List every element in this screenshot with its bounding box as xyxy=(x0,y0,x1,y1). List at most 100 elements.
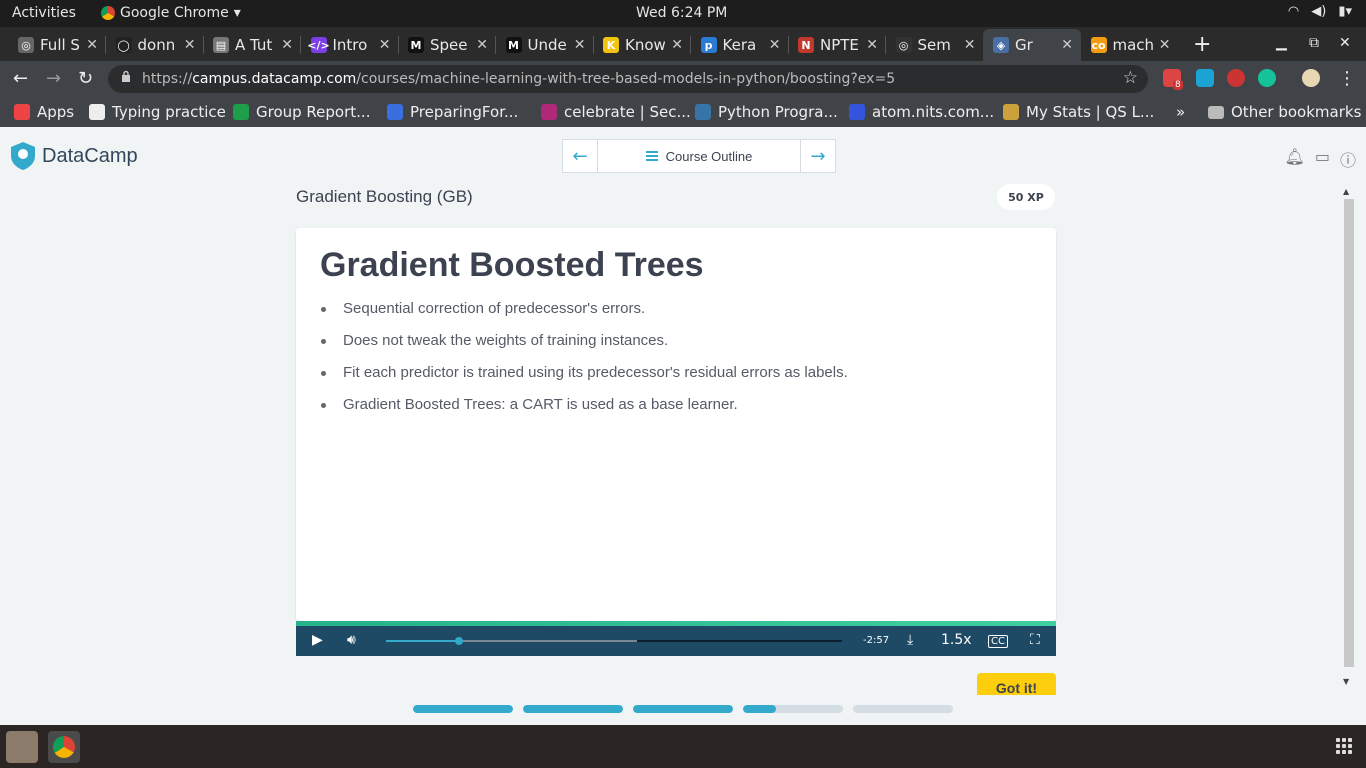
next-exercise-button[interactable]: → xyxy=(801,140,835,172)
bookmarks-bar: My Stats | QS L... atom.nits.com... Python… xyxy=(0,97,1366,127)
video-seek-bar[interactable] xyxy=(386,637,842,645)
tab-title: Full S xyxy=(40,36,80,54)
bookmark-item[interactable]: Typing practice xyxy=(89,103,226,121)
close-tab-icon[interactable]: ✕ xyxy=(574,37,586,53)
download-icon[interactable]: ⤓ xyxy=(907,632,913,648)
progress-segment-fill xyxy=(523,705,623,713)
course-outline-button[interactable]: Course Outline xyxy=(597,140,801,172)
extension-icon[interactable] xyxy=(1196,69,1214,87)
new-tab-button[interactable]: + xyxy=(1193,32,1211,57)
bookmark-item[interactable]: atom.nits.com... xyxy=(849,103,994,121)
bookmark-favicon-icon xyxy=(1003,104,1019,120)
progress-segment-fill xyxy=(633,705,733,713)
grammarly-extension-icon[interactable] xyxy=(1258,69,1276,87)
close-tab-icon[interactable]: ✕ xyxy=(1159,37,1171,53)
chevron-down-icon: ▾ xyxy=(233,5,241,21)
tab-favicon-icon: ◎ xyxy=(18,37,34,53)
close-tab-icon[interactable]: ✕ xyxy=(769,37,781,53)
browser-tab[interactable]: M Unde ✕ xyxy=(496,29,594,61)
bookmark-star-icon[interactable]: ☆ xyxy=(1123,68,1138,88)
report-issue-icon[interactable]: ⓘ xyxy=(1340,147,1356,171)
adblock-extension-icon[interactable] xyxy=(1227,69,1245,87)
bookmark-item[interactable]: Python Progra... xyxy=(695,103,838,121)
close-tab-icon[interactable]: ✕ xyxy=(379,37,391,53)
browser-tab[interactable]: M Spee ✕ xyxy=(398,29,496,61)
datacamp-logo[interactable]: DataCamp xyxy=(10,141,138,171)
show-applications-icon[interactable] xyxy=(1336,738,1352,754)
close-tab-icon[interactable]: ✕ xyxy=(964,37,976,53)
slide-bullet: Does not tweak the weights of training i… xyxy=(321,332,848,364)
pdf-slides-icon[interactable]: ▭ xyxy=(1315,147,1330,171)
close-tab-icon[interactable]: ✕ xyxy=(184,37,196,53)
activities-button[interactable]: Activities xyxy=(12,5,76,21)
bookmarks-overflow-button[interactable]: » xyxy=(1176,103,1185,121)
forward-button[interactable]: → xyxy=(46,68,61,89)
chrome-app-icon[interactable] xyxy=(48,731,80,763)
play-icon[interactable]: ▶ xyxy=(312,632,323,648)
close-tab-icon[interactable]: ✕ xyxy=(1061,37,1073,53)
bookmark-item[interactable]: My Stats | QS L... xyxy=(1003,103,1154,121)
bookmark-label: celebrate | Sec... xyxy=(564,103,691,121)
notification-bell-icon[interactable]: 🔔︎ xyxy=(1285,147,1305,171)
bookmark-item[interactable]: celebrate | Sec... xyxy=(541,103,691,121)
progress-segment xyxy=(413,705,513,713)
other-bookmarks-folder[interactable]: Other bookmarks xyxy=(1208,103,1361,121)
close-tab-icon[interactable]: ✕ xyxy=(86,37,98,53)
maximize-button[interactable]: ⧉ xyxy=(1309,35,1319,51)
browser-tab[interactable]: ◈ Gr ✕ xyxy=(983,29,1081,61)
browser-tab[interactable]: ◎ Sem ✕ xyxy=(886,29,984,61)
minimize-button[interactable]: ▁ xyxy=(1276,35,1287,51)
address-bar[interactable]: https://campus.datacamp.com/courses/mach… xyxy=(108,65,1148,93)
files-app-icon[interactable] xyxy=(6,731,38,763)
bookmark-item[interactable]: Apps xyxy=(14,103,74,121)
tab-favicon-icon: ▤ xyxy=(213,37,229,53)
fullscreen-icon[interactable]: ⛶ xyxy=(1030,632,1040,648)
browser-tab[interactable]: N NPTE ✕ xyxy=(788,29,886,61)
scroll-up-arrow[interactable]: ▲ xyxy=(1343,187,1349,196)
chrome-menu-icon[interactable]: ⋮ xyxy=(1338,68,1356,89)
page-scrollbar[interactable]: ▲ ▼ xyxy=(1342,187,1354,695)
close-window-button[interactable]: ✕ xyxy=(1339,35,1351,51)
browser-tab[interactable]: ◯ donn ✕ xyxy=(106,29,204,61)
back-button[interactable]: ← xyxy=(13,68,28,89)
app-name: Google Chrome xyxy=(120,5,229,21)
slide-bullet: Gradient Boosted Trees: a CART is used a… xyxy=(321,396,848,428)
close-tab-icon[interactable]: ✕ xyxy=(476,37,488,53)
seek-handle[interactable] xyxy=(454,637,463,645)
closed-captions-icon[interactable]: CC xyxy=(988,635,1008,648)
close-tab-icon[interactable]: ✕ xyxy=(281,37,293,53)
bookmark-item[interactable]: PreparingFor... xyxy=(387,103,518,121)
playback-rate-button[interactable]: 1.5x xyxy=(941,632,972,648)
gmail-badge: 8 xyxy=(1173,80,1183,90)
previous-exercise-button[interactable]: ← xyxy=(563,140,597,172)
got-it-button[interactable]: Got it! xyxy=(977,673,1056,695)
tab-favicon-icon: </> xyxy=(307,37,330,53)
reload-button[interactable]: ↻ xyxy=(78,68,93,89)
clock[interactable]: Wed 6:24 PM xyxy=(636,5,727,21)
scroll-thumb[interactable] xyxy=(1344,199,1354,667)
scroll-down-arrow[interactable]: ▼ xyxy=(1343,677,1349,686)
datacamp-page: DataCamp ← Course Outline → 🔔︎ ▭ ⓘ Gradi… xyxy=(0,127,1366,725)
browser-tab[interactable]: p Kera ✕ xyxy=(691,29,789,61)
progress-segment xyxy=(633,705,733,713)
close-tab-icon[interactable]: ✕ xyxy=(671,37,683,53)
app-menu[interactable]: Google Chrome ▾ xyxy=(101,5,241,21)
slide-heading: Gradient Boosted Trees xyxy=(320,246,704,284)
browser-tab[interactable]: </> Intro ✕ xyxy=(301,29,399,61)
browser-tab[interactable]: ▤ A Tut ✕ xyxy=(203,29,301,61)
system-tray[interactable]: ◠ ◀) ▮▾ xyxy=(1288,4,1352,19)
bookmark-item[interactable]: Group Report... xyxy=(233,103,370,121)
bookmark-label: atom.nits.com... xyxy=(872,103,995,121)
bookmark-label: Apps xyxy=(37,103,75,121)
browser-tab[interactable]: ◎ Full S ✕ xyxy=(8,29,106,61)
chrome-icon xyxy=(101,6,115,20)
video-slide[interactable]: Gradient Boosted Trees Sequential correc… xyxy=(296,228,1056,621)
chapter-progress xyxy=(413,705,953,713)
close-tab-icon[interactable]: ✕ xyxy=(866,37,878,53)
volume-icon[interactable]: 🔊︎ xyxy=(347,632,356,648)
url-prefix: https:// xyxy=(142,71,193,87)
browser-tab[interactable]: K Know ✕ xyxy=(593,29,691,61)
profile-avatar[interactable] xyxy=(1302,69,1320,87)
bookmark-favicon-icon xyxy=(387,104,403,120)
browser-tab[interactable]: co mach ✕ xyxy=(1081,29,1179,61)
